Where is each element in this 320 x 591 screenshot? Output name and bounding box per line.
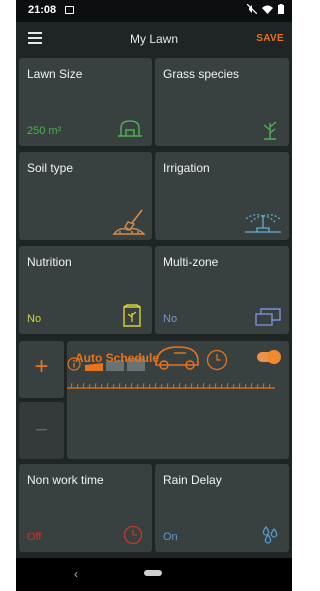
fertilizer-bag-icon: [123, 304, 141, 327]
robotic-mower-icon: [155, 346, 199, 370]
tile-irrigation[interactable]: Irrigation: [155, 152, 289, 240]
tile-label: Non work time: [27, 473, 104, 487]
clock-off-icon: [123, 525, 143, 545]
save-button[interactable]: SAVE: [256, 33, 284, 44]
tile-non-work-time[interactable]: Non work time Off: [19, 464, 152, 552]
battery-icon: [278, 4, 284, 14]
auto-schedule-label: Auto Schedule: [75, 351, 160, 365]
tile-rain-delay[interactable]: Rain Delay On: [155, 464, 289, 552]
decrease-button[interactable]: −: [19, 402, 64, 459]
tile-value: On: [163, 531, 178, 543]
navigation-bar: ‹: [16, 558, 292, 591]
tile-value: No: [27, 313, 42, 325]
status-bar: 21:08: [16, 0, 292, 22]
tile-label: Rain Delay: [163, 473, 222, 487]
lawn-area-icon: [118, 120, 142, 137]
shovel-soil-icon: [112, 209, 146, 235]
tile-label: Grass species: [163, 67, 240, 81]
tile-label: Multi-zone: [163, 255, 219, 269]
tile-label: Nutrition: [27, 255, 72, 269]
tile-value: Off: [27, 531, 42, 543]
increase-button[interactable]: +: [19, 341, 64, 398]
auto-schedule-toggle[interactable]: [257, 350, 281, 364]
grass-line-icon: [67, 382, 275, 389]
tile-label: Soil type: [27, 161, 74, 175]
wifi-icon: [262, 5, 273, 14]
home-pill-icon[interactable]: [144, 570, 162, 576]
multi-zone-icon: [255, 308, 281, 326]
auto-schedule-panel[interactable]: Auto Schedule: [67, 341, 289, 459]
grass-plant-icon: [263, 121, 277, 140]
tile-multi-zone[interactable]: Multi-zone No: [155, 246, 289, 334]
raindrops-icon: [262, 526, 278, 544]
sprinkler-icon: [244, 214, 282, 233]
tile-soil-type[interactable]: Soil type: [19, 152, 152, 240]
status-time: 21:08: [28, 4, 57, 16]
tile-value: 250 m²: [27, 125, 62, 137]
tile-lawn-size[interactable]: Lawn Size 250 m²: [19, 58, 152, 146]
minus-icon: −: [35, 417, 48, 442]
back-icon[interactable]: ‹: [74, 567, 78, 581]
phone-screen: 21:08 My Lawn SAVE Lawn Size 250 m² Gras…: [16, 0, 292, 591]
tile-grass-species[interactable]: Grass species: [155, 58, 289, 146]
plus-icon: +: [34, 353, 49, 380]
tile-nutrition[interactable]: Nutrition No: [19, 246, 152, 334]
image-notification-icon: [65, 6, 74, 14]
tile-label: Lawn Size: [27, 67, 83, 81]
tile-value: No: [163, 313, 178, 325]
tile-label: Irrigation: [163, 161, 210, 175]
clock-icon: [207, 349, 228, 371]
app-bar: My Lawn SAVE: [16, 22, 292, 56]
page-title: My Lawn: [129, 32, 179, 46]
mute-icon: [247, 4, 257, 14]
